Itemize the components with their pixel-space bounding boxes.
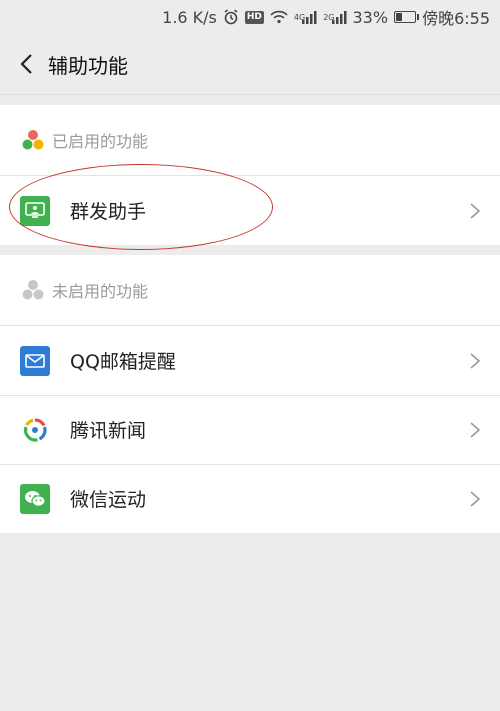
enabled-section-title: 已启用的功能	[52, 132, 149, 151]
page-title: 辅助功能	[48, 53, 128, 78]
chevron-right-icon	[470, 421, 481, 438]
disabled-section-title: 未启用的功能	[52, 282, 149, 301]
mail-icon	[20, 345, 50, 376]
alarm-icon	[223, 9, 239, 25]
chevron-right-icon	[470, 352, 481, 369]
tencent-news-icon	[20, 414, 50, 445]
status-bar: 1.6 K/s HD 4G 2G 33% 傍晚6:55	[0, 0, 500, 34]
list-item-group-message[interactable]: 群发助手	[0, 176, 500, 245]
clock: 傍晚6:55	[422, 9, 490, 28]
list-item-label: 微信运动	[70, 489, 147, 511]
enabled-dots-icon	[22, 130, 44, 150]
chevron-left-icon	[20, 54, 32, 74]
wifi-icon	[270, 10, 288, 24]
nav-bar: 辅助功能	[0, 34, 500, 95]
back-button[interactable]	[14, 52, 38, 76]
list-item-label: 腾讯新闻	[70, 420, 147, 442]
list-item-tencent-news[interactable]: 腾讯新闻	[0, 395, 500, 464]
network-speed: 1.6 K/s	[162, 7, 217, 27]
chevron-right-icon	[470, 490, 481, 507]
battery-icon	[394, 11, 420, 23]
group-message-icon	[20, 195, 50, 226]
list-item-label: 群发助手	[70, 201, 147, 223]
disabled-dots-icon	[22, 280, 44, 300]
list-item-qq-mail[interactable]: QQ邮箱提醒	[0, 326, 500, 395]
hd-badge: HD	[244, 10, 264, 24]
enabled-section: 已启用的功能 群发助手	[0, 105, 500, 245]
enabled-section-header: 已启用的功能	[0, 105, 500, 176]
list-item-label: QQ邮箱提醒	[70, 351, 176, 373]
disabled-section-header: 未启用的功能	[0, 255, 500, 326]
signal-2g-icon: 2G	[323, 10, 346, 24]
wechat-sport-icon	[20, 483, 50, 514]
chevron-right-icon	[470, 202, 481, 219]
signal-4g-icon: 4G	[294, 10, 317, 24]
list-item-wechat-sport[interactable]: 微信运动	[0, 464, 500, 533]
disabled-section: 未启用的功能 QQ邮箱提醒 腾讯新闻 微信运动	[0, 255, 500, 533]
battery-percent: 33%	[352, 7, 389, 27]
